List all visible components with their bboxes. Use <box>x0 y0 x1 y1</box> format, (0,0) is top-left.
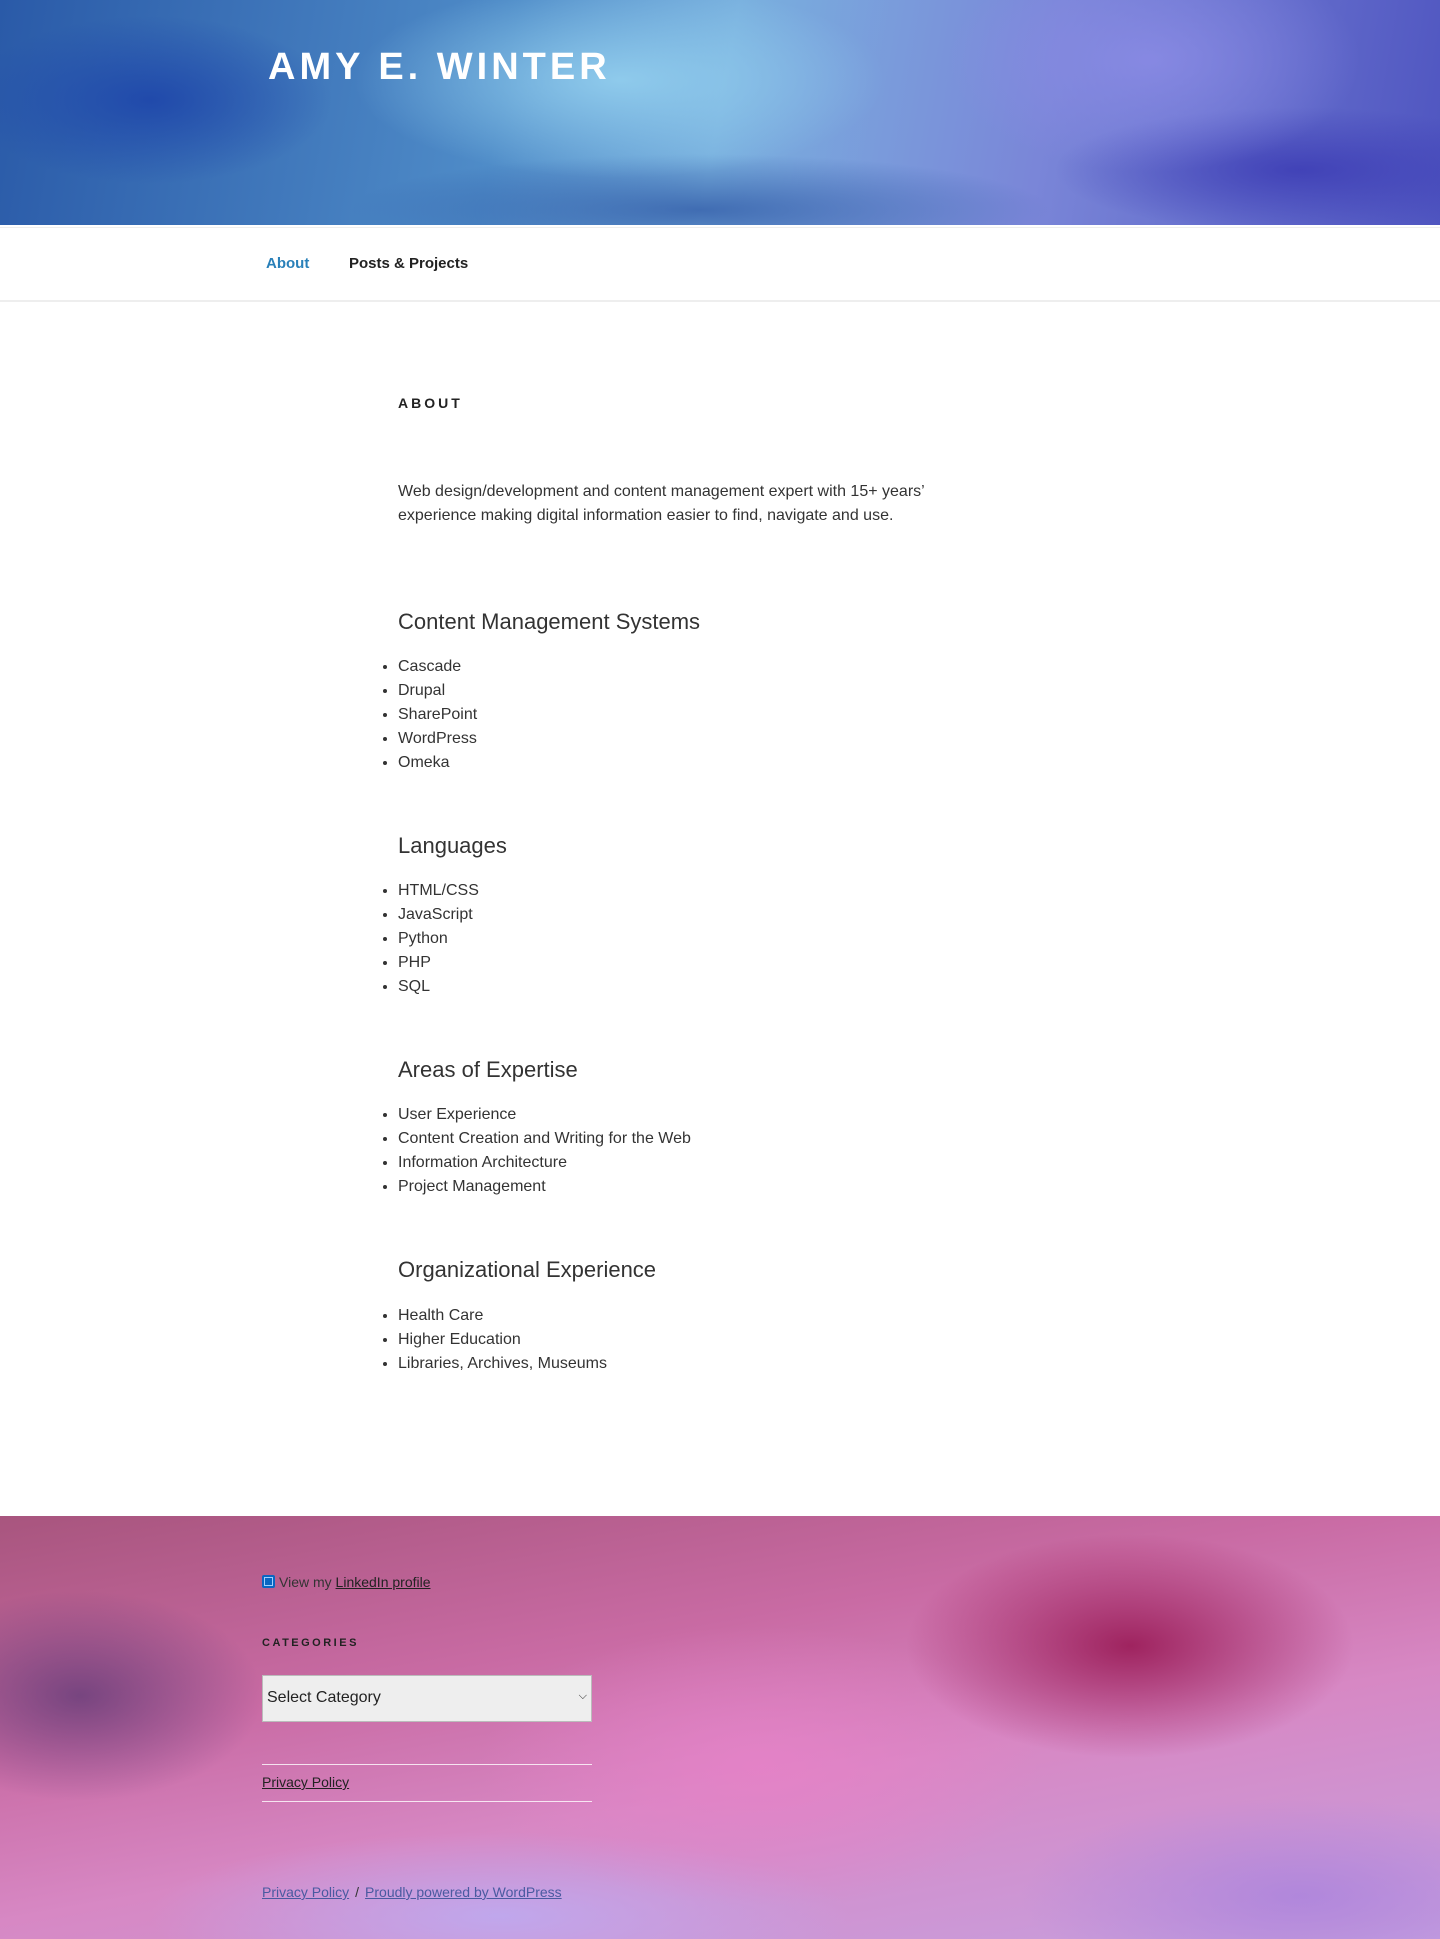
linkedin-icon <box>262 1575 275 1588</box>
main-navigation: About Posts & Projects <box>0 227 1440 302</box>
cms-list: Cascade Drupal SharePoint WordPress Omek… <box>380 655 477 775</box>
category-select[interactable]: Select Category ⌵ <box>262 1675 592 1722</box>
list-item: Information Architecture <box>398 1151 691 1175</box>
section-heading-expertise: Areas of Expertise <box>398 1057 578 1082</box>
section-heading-organizational: Organizational Experience <box>398 1257 657 1282</box>
languages-list: HTML/CSS JavaScript Python PHP SQL <box>380 879 479 999</box>
nav-item-posts-projects[interactable]: Posts & Projects <box>349 255 468 272</box>
site-header: AMY E. WINTER <box>0 0 1440 225</box>
category-select-value: Select Category <box>267 1689 381 1706</box>
list-item: Health Care <box>398 1304 607 1328</box>
site-footer: View my LinkedIn profile CATEGORIES Sele… <box>0 1516 1440 1939</box>
list-item: Content Creation and Writing for the Web <box>398 1127 691 1151</box>
organizational-list: Health Care Higher Education Libraries, … <box>380 1304 607 1376</box>
list-item: JavaScript <box>398 903 479 927</box>
nav-item-about[interactable]: About <box>266 255 309 272</box>
list-item: Cascade <box>398 655 477 679</box>
list-item: Drupal <box>398 679 477 703</box>
section-heading-cms: Content Management Systems <box>398 609 701 634</box>
site-title[interactable]: AMY E. WINTER <box>268 46 611 89</box>
list-item: SQL <box>398 975 479 999</box>
list-item: Libraries, Archives, Museums <box>398 1352 607 1376</box>
powered-by-wordpress-link[interactable]: Proudly powered by WordPress <box>365 1884 562 1900</box>
list-item: Python <box>398 927 479 951</box>
list-item: Project Management <box>398 1175 691 1199</box>
list-item: SharePoint <box>398 703 477 727</box>
privacy-policy-link[interactable]: Privacy Policy <box>262 1884 349 1900</box>
categories-heading: CATEGORIES <box>262 1637 359 1649</box>
linkedin-prefix: View my <box>279 1574 332 1590</box>
page-title: ABOUT <box>398 395 463 411</box>
separator: / <box>355 1884 360 1900</box>
intro-paragraph: Web design/development and content manag… <box>398 483 925 524</box>
list-item: User Experience <box>398 1103 691 1127</box>
chevron-down-icon: ⌵ <box>578 1690 587 1702</box>
linkedin-widget: View my LinkedIn profile <box>262 1574 431 1590</box>
linkedin-profile-link[interactable]: LinkedIn profile <box>336 1574 431 1590</box>
expertise-list: User Experience Content Creation and Wri… <box>380 1103 691 1199</box>
list-item: Omeka <box>398 751 477 775</box>
site-info: Privacy Policy / Proudly powered by WordPr… <box>262 1884 562 1900</box>
list-item: PHP <box>398 951 479 975</box>
footer-menu: Privacy Policy <box>262 1764 592 1802</box>
list-item: Higher Education <box>398 1328 607 1352</box>
section-heading-languages: Languages <box>398 833 507 858</box>
list-item: HTML/CSS <box>398 879 479 903</box>
page-content: ABOUT Web design/development and content… <box>398 395 998 1372</box>
privacy-policy-menu-link[interactable]: Privacy Policy <box>262 1774 349 1790</box>
list-item: WordPress <box>398 727 477 751</box>
